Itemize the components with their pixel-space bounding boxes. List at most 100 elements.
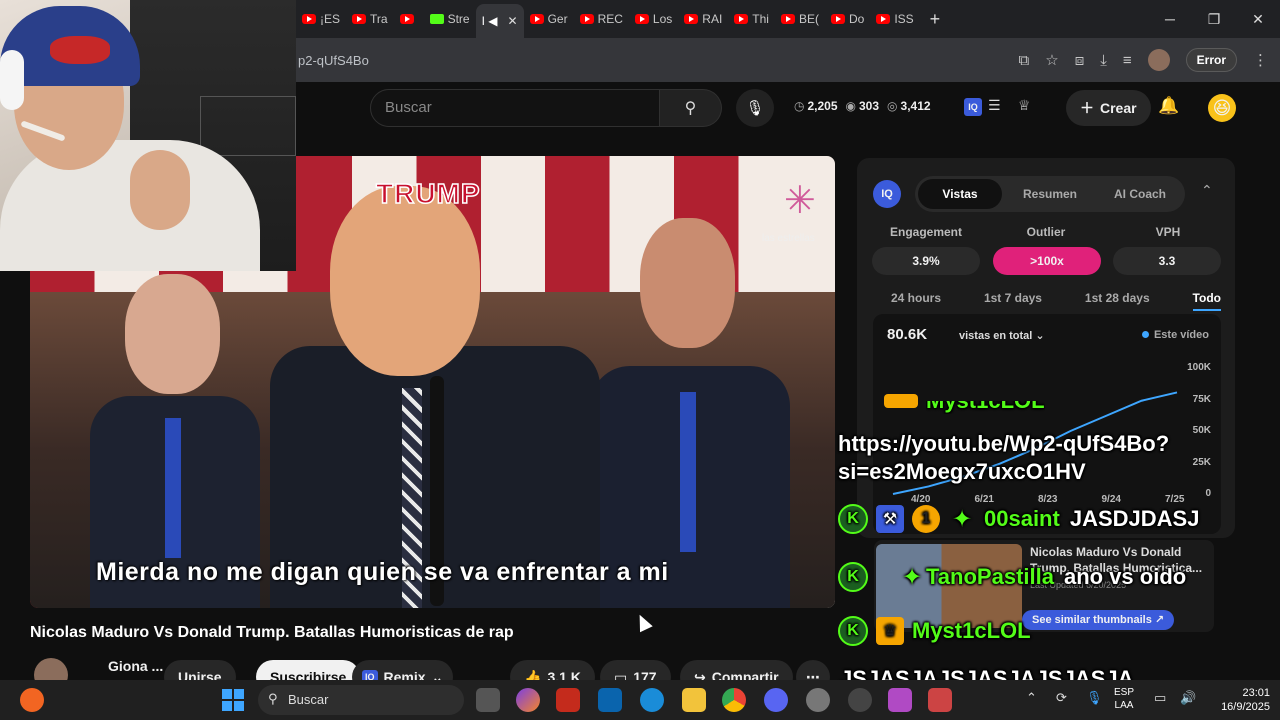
tab-label: REC xyxy=(597,12,623,26)
file-explorer-icon[interactable] xyxy=(682,688,706,712)
account-avatar[interactable]: 😆 xyxy=(1208,94,1236,122)
chrome-icon[interactable] xyxy=(722,688,746,712)
search-icon: ⚲ xyxy=(268,691,278,706)
browser-tab-5[interactable]: Ger xyxy=(524,4,574,34)
browser-tab-4[interactable]: I ◀ ✕ xyxy=(475,4,524,38)
see-similar-thumbnails-button[interactable]: See similar thumbnails ↗ xyxy=(1022,610,1175,630)
search-input[interactable]: Buscar xyxy=(370,89,660,127)
tab-ai-coach[interactable]: AI Coach xyxy=(1098,179,1182,209)
chat-message-1: K ⚒ 1 ✦ 00saint JASDJDASJ xyxy=(838,504,1199,534)
chat-link-text-2[interactable]: si=es2Moegx7uxcO1HV xyxy=(838,458,1086,486)
close-tab-icon[interactable]: ✕ xyxy=(508,14,518,28)
taskbar-search[interactable]: ⚲ Buscar xyxy=(258,685,464,715)
browser-tab-3[interactable]: Stre xyxy=(424,4,476,34)
webcam-hand xyxy=(130,150,190,230)
channel-name[interactable]: Giona ... xyxy=(108,658,163,674)
tab-vistas[interactable]: Vistas xyxy=(918,179,1002,209)
trophy-icon[interactable]: ♕ xyxy=(1018,97,1031,114)
youtube-favicon-icon xyxy=(634,14,649,24)
webcam-shelf xyxy=(200,96,296,156)
metric-label-engagement: Engagement xyxy=(889,225,962,239)
channel-stats: ◷ 2,205 ◉ 303 ◎ 3,412 xyxy=(794,99,931,113)
eye-outline-icon: ◎ xyxy=(887,99,898,113)
browser-tab-7[interactable]: Los xyxy=(629,4,678,34)
chat-link-message: https://youtu.be/Wp2-qUfS4Bo? si=es2Moeg… xyxy=(838,430,1169,486)
toolbar-icons: ⧉ ☆ ⧈ ⤓ ≡ Error ⋮ xyxy=(1019,48,1268,72)
collapse-chevron-icon[interactable]: ⌃ xyxy=(1201,182,1213,199)
person-right-face xyxy=(640,218,735,348)
network-icon[interactable]: ▭ xyxy=(1154,690,1166,706)
kick-badge-icon: K xyxy=(838,504,868,534)
tab-label: Los xyxy=(652,12,673,26)
vidiq-logo-icon: IQ xyxy=(873,180,901,208)
video-overlay-tag: TRUMP xyxy=(375,177,481,210)
star-logo-icon: ✳ xyxy=(784,180,816,222)
crown-badge-icon: ♛ xyxy=(876,617,904,645)
range-all[interactable]: Todo xyxy=(1192,291,1221,311)
search-button[interactable]: ⚲ xyxy=(660,89,722,127)
tab-resumen[interactable]: Resumen xyxy=(1008,179,1092,209)
browser-tab-10[interactable]: BE( xyxy=(775,4,825,34)
create-button[interactable]: ＋ Crear xyxy=(1066,90,1151,126)
browser-tab-6[interactable]: REC xyxy=(574,4,629,34)
app-icon-red[interactable] xyxy=(928,688,952,712)
menu-icon[interactable]: ⋮ xyxy=(1253,51,1268,69)
range-7d[interactable]: 1st 7 days xyxy=(984,291,1042,311)
level-one-badge-icon: 1 xyxy=(912,505,940,533)
tray-mic-icon[interactable]: 🎙 xyxy=(1086,690,1103,706)
range-24h[interactable]: 24 hours xyxy=(891,291,941,311)
browser-tab-12[interactable]: ISS xyxy=(870,4,919,34)
browser-tab-1[interactable]: Tra xyxy=(346,4,394,34)
browser-tab-8[interactable]: RAI xyxy=(678,4,728,34)
list-icon[interactable]: ☰ xyxy=(988,97,1001,114)
edge-icon[interactable] xyxy=(640,688,664,712)
app-icon-purple[interactable] xyxy=(888,688,912,712)
media-control-icon[interactable]: ≡ xyxy=(1123,52,1132,69)
error-button[interactable]: Error xyxy=(1185,48,1237,72)
outlook-icon[interactable] xyxy=(598,688,622,712)
legend-este-video: Este vídeo xyxy=(1142,329,1209,341)
mic-icon: 🎙 xyxy=(745,100,765,117)
download-icon[interactable]: ⤓ xyxy=(1100,52,1107,69)
browser-tab-11[interactable]: Do xyxy=(825,4,870,34)
bookmark-star-icon[interactable]: ☆ xyxy=(1045,51,1058,69)
browser-tab-9[interactable]: Thi xyxy=(728,4,775,34)
chat-link-text-1[interactable]: https://youtu.be/Wp2-qUfS4Bo? xyxy=(838,430,1169,458)
install-app-icon[interactable]: ⧉ xyxy=(1019,52,1030,69)
voice-search-button[interactable]: 🎙 xyxy=(736,89,774,127)
profile-avatar[interactable] xyxy=(1147,49,1170,71)
close-window-icon[interactable]: ✕ xyxy=(1236,11,1280,28)
notification-app-icon[interactable] xyxy=(20,688,44,712)
copilot-icon[interactable] xyxy=(516,688,540,712)
restore-icon[interactable]: ❐ xyxy=(1192,11,1236,28)
clock[interactable]: 23:01 16/9/2025 xyxy=(1221,686,1270,714)
metric-value-vph: 3.3 xyxy=(1113,247,1221,275)
url-field[interactable]: p2-qUfS4Bo xyxy=(298,53,369,68)
tray-chevron-up-icon[interactable]: ⌃ xyxy=(1026,690,1037,706)
store-icon[interactable] xyxy=(556,688,580,712)
start-windows-icon[interactable] xyxy=(222,689,244,711)
tray-sync-icon[interactable]: ⟳ xyxy=(1056,690,1067,706)
task-view-icon[interactable] xyxy=(476,688,500,712)
tab-label: Stre xyxy=(447,12,470,26)
total-views: 80.6K xyxy=(887,326,928,343)
notifications-bell-icon[interactable]: 🔔 xyxy=(1158,96,1179,116)
range-28d[interactable]: 1st 28 days xyxy=(1085,291,1150,311)
discord-icon[interactable] xyxy=(764,688,788,712)
chat-overlay: Myst1cLOL https://youtu.be/Wp2-qUfS4Bo? … xyxy=(838,390,1280,700)
total-views-label[interactable]: vistas en total ⌄ xyxy=(959,329,1045,342)
language-indicator[interactable]: ESP LAA xyxy=(1114,686,1134,712)
minimize-icon[interactable]: ─ xyxy=(1148,11,1192,27)
browser-tab-2[interactable] xyxy=(394,4,424,34)
chat-message-3: K ♛ Myst1cLOL xyxy=(838,616,1031,646)
youtube-favicon-icon xyxy=(876,14,891,24)
sub-badge-icon xyxy=(884,394,918,408)
new-tab-button[interactable]: + xyxy=(930,9,941,30)
volume-icon[interactable]: 🔊 xyxy=(1180,690,1196,706)
vidiq-icon[interactable]: IQ xyxy=(964,98,982,116)
range-selector: 24 hours 1st 7 days 1st 28 days Todo xyxy=(891,291,1221,311)
browser-tab-0[interactable]: ¡ES xyxy=(296,4,346,34)
extensions-icon[interactable]: ⧈ xyxy=(1075,52,1085,69)
obs-icon[interactable] xyxy=(848,688,872,712)
settings-gear-icon[interactable] xyxy=(806,688,830,712)
